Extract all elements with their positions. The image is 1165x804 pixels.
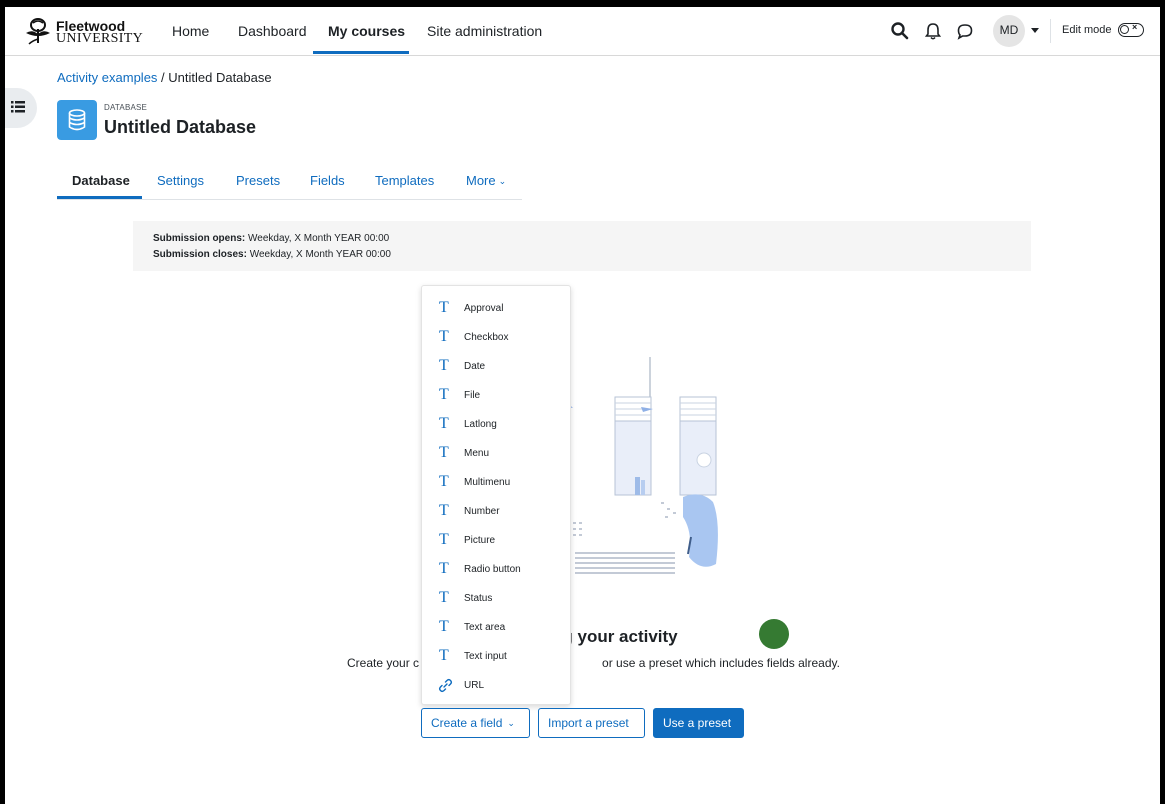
submission-opens-value: Weekday, X Month YEAR 00:00	[248, 233, 390, 244]
field-type-label: Checkbox	[464, 332, 509, 343]
breadcrumb-link-course[interactable]: Activity examples	[57, 70, 157, 85]
submission-opens-row: Submission opens: Weekday, X Month YEAR …	[153, 233, 389, 244]
field-type-label: Date	[464, 361, 486, 372]
text-t-icon: T	[439, 531, 449, 548]
top-navbar: Fleetwood UNIVERSITY Home Dashboard My c…	[5, 7, 1160, 56]
tab-templates[interactable]: Templates	[375, 173, 434, 188]
green-status-dot	[759, 619, 789, 649]
text-t-icon: T	[439, 444, 449, 461]
breadcrumb: Activity examples / Untitled Database	[57, 70, 272, 85]
field-type-file[interactable]: T File	[422, 384, 570, 413]
database-icon	[68, 109, 86, 131]
field-type-label: Picture	[464, 535, 496, 546]
text-t-icon: T	[439, 386, 449, 403]
link-icon	[438, 678, 453, 693]
database-module-icon	[57, 100, 97, 140]
text-t-icon: T	[439, 502, 449, 519]
chevron-down-icon: ⌄	[507, 718, 515, 728]
field-type-label: File	[464, 390, 481, 401]
field-type-latlong[interactable]: T Latlong	[422, 413, 570, 442]
breadcrumb-current: Untitled Database	[168, 70, 272, 85]
tab-fields[interactable]: Fields	[310, 173, 345, 188]
tab-more[interactable]: More ⌄	[466, 173, 506, 188]
field-type-label: Text area	[464, 622, 506, 633]
module-type-label: DATABASE	[104, 103, 148, 112]
field-type-label: Status	[464, 593, 493, 604]
field-type-multimenu[interactable]: T Multimenu	[422, 471, 570, 500]
course-index-toggle-button[interactable]	[5, 88, 37, 128]
message-icon[interactable]	[955, 21, 975, 41]
field-type-approval[interactable]: T Approval	[422, 297, 570, 326]
text-t-icon: T	[439, 560, 449, 577]
text-t-icon: T	[439, 299, 449, 316]
create-field-button[interactable]: Create a field ⌄	[421, 708, 530, 738]
text-t-icon: T	[439, 357, 449, 374]
tab-active-indicator	[57, 196, 142, 199]
search-icon[interactable]	[890, 21, 910, 41]
edit-mode-label: Edit mode	[1062, 24, 1112, 36]
field-type-number[interactable]: T Number	[422, 500, 570, 529]
secondary-navigation: Database Settings Presets Fields Templat…	[57, 167, 522, 200]
nav-active-indicator	[313, 51, 409, 54]
empty-state-description-right: or use a preset which includes fields al…	[602, 656, 840, 670]
list-icon	[11, 101, 25, 113]
field-type-date[interactable]: T Date	[422, 355, 570, 384]
field-type-label: Number	[464, 506, 500, 517]
tab-more-label: More	[466, 173, 496, 188]
empty-state-illustration	[566, 357, 718, 574]
field-type-label: Latlong	[464, 419, 497, 430]
field-type-label: URL	[464, 680, 485, 691]
text-t-icon: T	[439, 647, 449, 664]
empty-state-description-left: Create your c	[347, 656, 420, 670]
submission-closes-value: Weekday, X Month YEAR 00:00	[249, 249, 391, 260]
page-title: Untitled Database	[104, 117, 257, 137]
nav-item-site-administration[interactable]: Site administration	[427, 7, 542, 54]
field-type-label: Menu	[464, 448, 490, 459]
brand-name-line2: UNIVERSITY	[56, 31, 143, 46]
import-preset-button[interactable]: Import a preset	[538, 708, 645, 738]
tab-settings[interactable]: Settings	[157, 173, 204, 188]
nav-item-dashboard[interactable]: Dashboard	[238, 7, 307, 54]
text-t-icon: T	[439, 589, 449, 606]
use-preset-button[interactable]: Use a preset	[653, 708, 744, 738]
tab-presets[interactable]: Presets	[236, 173, 280, 188]
field-type-url[interactable]: URL	[422, 674, 570, 703]
edit-mode-toggle[interactable]: ×	[1118, 22, 1144, 37]
user-avatar[interactable]: MD	[993, 15, 1025, 47]
university-emblem-icon	[26, 18, 50, 45]
text-t-icon: T	[439, 415, 449, 432]
create-field-label: Create a field	[431, 716, 503, 730]
field-type-label: Multimenu	[464, 477, 511, 488]
breadcrumb-separator: /	[157, 70, 169, 85]
submission-closes-label: Submission closes:	[153, 249, 247, 260]
create-field-dropdown-menu: T Approval T Checkbox T Date T File T Latlong…	[421, 285, 571, 705]
toggle-knob	[1120, 25, 1129, 34]
field-type-picture[interactable]: T Picture	[422, 529, 570, 558]
nav-item-my-courses[interactable]: My courses	[328, 7, 405, 54]
activity-dates: Submission opens: Weekday, X Month YEAR …	[133, 221, 1031, 271]
field-type-text-area[interactable]: T Text area	[422, 616, 570, 645]
toggle-off-icon: ×	[1132, 22, 1138, 32]
user-menu-chevron-down-icon[interactable]	[1031, 28, 1039, 33]
field-type-radio-button[interactable]: T Radio button	[422, 558, 570, 587]
field-type-menu[interactable]: T Menu	[422, 442, 570, 471]
field-type-label: Approval	[464, 303, 504, 314]
chevron-down-icon: ⌄	[498, 176, 507, 186]
field-type-label: Radio button	[464, 564, 521, 575]
text-t-icon: T	[439, 618, 449, 635]
text-t-icon: T	[439, 328, 449, 345]
field-type-checkbox[interactable]: T Checkbox	[422, 326, 570, 355]
page-frame: Fleetwood UNIVERSITY Home Dashboard My c…	[5, 7, 1160, 804]
field-type-text-input[interactable]: T Text input	[422, 645, 570, 674]
site-logo[interactable]: Fleetwood UNIVERSITY	[23, 17, 143, 46]
bell-icon[interactable]	[923, 21, 943, 41]
text-t-icon: T	[439, 473, 449, 490]
field-type-status[interactable]: T Status	[422, 587, 570, 616]
submission-opens-label: Submission opens:	[153, 233, 246, 244]
nav-item-home[interactable]: Home	[172, 7, 209, 54]
tab-database[interactable]: Database	[72, 173, 130, 188]
navbar-divider	[1050, 19, 1051, 43]
field-type-label: Text input	[464, 651, 507, 662]
submission-closes-row: Submission closes: Weekday, X Month YEAR…	[153, 249, 391, 260]
